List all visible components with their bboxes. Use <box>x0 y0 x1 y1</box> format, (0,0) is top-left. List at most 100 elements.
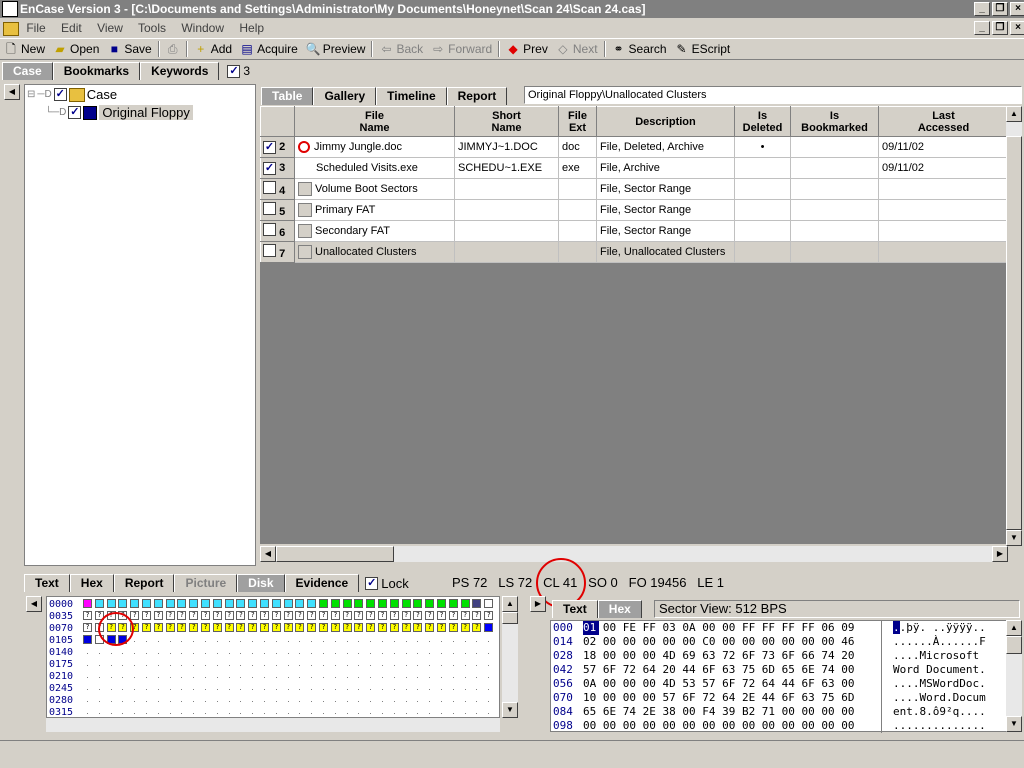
cell-file-ext[interactable] <box>558 241 597 263</box>
hex-bytes[interactable]: 57 6F 72 64 20 44 6F 63 75 6D 65 6E 74 0… <box>583 663 855 677</box>
file-cluster-cell[interactable]: ? <box>389 623 399 632</box>
file-cluster-cell[interactable]: ? <box>425 623 435 632</box>
fat-cluster-cell[interactable] <box>460 599 470 608</box>
next-button[interactable]: ◇ Next <box>552 39 602 59</box>
hex-bytes[interactable]: 18 00 00 00 4D 69 63 72 6F 73 6F 66 74 2… <box>583 649 855 663</box>
allocated-cluster-cell[interactable] <box>271 599 281 608</box>
tab-table[interactable]: Table <box>261 87 314 105</box>
unknown-cluster-cell[interactable]: ? <box>366 611 376 620</box>
hex-text[interactable]: ....MSWordDoc. <box>893 677 986 691</box>
file-cluster-cell[interactable]: ? <box>378 623 387 632</box>
unknown-cluster-cell[interactable]: ? <box>224 611 234 620</box>
scroll-right-icon[interactable]: ▶ <box>992 546 1008 562</box>
new-button[interactable]: 🗋 New <box>0 39 49 59</box>
cell-short-name[interactable]: JIMMYJ~1.DOC <box>454 136 559 158</box>
unknown-cluster-cell[interactable]: ? <box>236 611 246 620</box>
tree-item-original-floppy[interactable]: └─D ✓ Original Floppy <box>45 105 193 120</box>
unknown-cluster-cell[interactable]: ? <box>248 611 258 620</box>
menu-tools[interactable]: Tools <box>138 21 166 35</box>
file-cluster-cell[interactable]: ? <box>153 623 163 632</box>
column-header-is-bookmarked[interactable]: Is Bookmarked <box>790 106 879 137</box>
cell-last-accessed[interactable] <box>878 220 1009 242</box>
cell-is-bookmarked[interactable] <box>790 199 879 221</box>
cell-file-name[interactable]: Secondary FAT <box>294 220 455 242</box>
file-cluster-cell[interactable]: ? <box>212 623 222 632</box>
acquire-button[interactable]: ▤ Acquire <box>236 39 302 59</box>
column-header-description[interactable]: Description <box>596 106 735 137</box>
hex-sector-view[interactable]: 000 01 00 FE FF 03 0A 00 00 FF FF FF FF 0… <box>550 620 1008 733</box>
cell-is-deleted[interactable] <box>734 157 791 179</box>
row-checkbox[interactable]: ✓ <box>263 161 276 175</box>
hex-bytes[interactable]: 01 00 FE FF 03 0A 00 00 FF FF FF FF 06 0… <box>583 621 855 635</box>
cell-short-name[interactable]: SCHEDU~1.EXE <box>454 157 559 179</box>
menu-edit[interactable]: Edit <box>61 21 82 35</box>
file-cluster-cell[interactable]: ? <box>295 623 305 632</box>
allocated-cluster-cell[interactable] <box>142 599 151 608</box>
hex-bytes[interactable]: 02 00 00 00 00 00 C0 00 00 00 00 00 00 4… <box>583 635 855 649</box>
hex-text[interactable]: ....Microsoft <box>893 649 986 663</box>
allocated-cluster-cell[interactable] <box>248 599 258 608</box>
cell-is-deleted[interactable] <box>734 220 791 242</box>
selected-cluster-cell[interactable] <box>484 623 494 632</box>
unknown-cluster-cell[interactable]: ? <box>83 611 92 620</box>
column-header-file-ext[interactable]: File Ext <box>558 106 597 137</box>
tab-report[interactable]: Report <box>446 87 508 105</box>
hex-text[interactable]: ent.8.ô9²q.... <box>893 705 986 719</box>
scroll-up-icon[interactable]: ▲ <box>1006 106 1022 122</box>
selected-char[interactable]: . <box>893 621 900 634</box>
file-cluster-cell[interactable]: ? <box>401 623 411 632</box>
cell-file-ext[interactable] <box>558 220 597 242</box>
cell-last-accessed[interactable] <box>878 241 1009 263</box>
cell-is-bookmarked[interactable] <box>790 220 879 242</box>
scroll-left-icon[interactable]: ◀ <box>260 546 276 562</box>
tab-sector-text[interactable]: Text <box>552 600 598 618</box>
minimize-button[interactable]: _ <box>974 2 990 16</box>
fat-cluster-cell[interactable] <box>389 599 399 608</box>
doc-restore-button[interactable]: ❐ <box>992 21 1008 35</box>
cell-file-name[interactable]: Unallocated Clusters <box>294 241 455 263</box>
cell-is-deleted[interactable] <box>734 178 791 200</box>
file-cluster-cell[interactable]: ? <box>142 623 151 632</box>
file-cluster-cell[interactable]: ? <box>248 623 258 632</box>
row-checkbox[interactable] <box>263 181 276 194</box>
print-button[interactable]: ⎙ <box>162 39 184 59</box>
hex-row[interactable]: 098 00 00 00 00 00 00 00 00 00 00 00 00 0… <box>551 719 1007 733</box>
unknown-cluster-cell[interactable]: ? <box>177 611 187 620</box>
table-row[interactable]: ✓ 2 Jimmy Jungle.doc JIMMYJ~1.DOC doc File, … <box>260 136 1009 158</box>
cell-last-accessed[interactable] <box>878 178 1009 200</box>
fat-cluster-cell[interactable] <box>319 599 328 608</box>
tab-evidence[interactable]: Evidence <box>284 574 360 592</box>
unknown-cluster-cell[interactable]: ? <box>212 611 222 620</box>
unknown-cluster-cell[interactable]: ? <box>342 611 352 620</box>
lock-checkbox[interactable]: ✓ <box>365 576 379 590</box>
cell-last-accessed[interactable] <box>878 199 1009 221</box>
hex-bytes[interactable]: 00 00 00 00 00 00 00 00 00 00 00 00 00 0… <box>583 719 855 733</box>
file-cluster-cell[interactable]: ? <box>472 623 482 632</box>
unknown-cluster-cell[interactable]: ? <box>271 611 281 620</box>
selected-cluster-cell[interactable] <box>472 599 482 608</box>
row-checkbox[interactable] <box>263 244 276 257</box>
open-button[interactable]: ▰ Open <box>49 39 103 59</box>
unknown-cluster-cell[interactable]: ? <box>153 611 163 620</box>
unknown-cluster-cell[interactable]: ? <box>437 611 446 620</box>
hex-text[interactable]: Word Document. <box>893 663 986 677</box>
file-cluster-cell[interactable]: ? <box>307 623 317 632</box>
cell-short-name[interactable] <box>454 220 559 242</box>
hex-text[interactable]: .............. <box>893 719 986 733</box>
disk-horizontal-scrollbar[interactable] <box>46 718 500 732</box>
column-header-is-deleted[interactable]: Is Deleted <box>734 106 791 137</box>
cell-last-accessed[interactable]: 09/11/02 <box>878 157 1009 179</box>
file-cluster-cell[interactable]: ? <box>177 623 187 632</box>
unknown-cluster-cell[interactable]: ? <box>460 611 470 620</box>
table-row[interactable]: 4 Volume Boot Sectors File, Sector Range <box>260 178 1009 200</box>
unknown-cluster-cell[interactable]: ? <box>307 611 317 620</box>
allocated-cluster-cell[interactable] <box>212 599 222 608</box>
hex-bytes[interactable]: 10 00 00 00 57 6F 72 64 2E 44 6F 63 75 6… <box>583 691 855 705</box>
file-cluster-cell[interactable]: ? <box>165 623 175 632</box>
disk-vertical-scrollbar[interactable]: ▲ ▼ <box>502 596 518 718</box>
cell-file-ext[interactable] <box>558 199 597 221</box>
file-cluster-cell[interactable]: ? <box>224 623 234 632</box>
doc-close-button[interactable]: × <box>1010 21 1024 35</box>
prev-button[interactable]: ◆ Prev <box>502 39 552 59</box>
hex-text[interactable]: ......À......F <box>893 635 986 649</box>
